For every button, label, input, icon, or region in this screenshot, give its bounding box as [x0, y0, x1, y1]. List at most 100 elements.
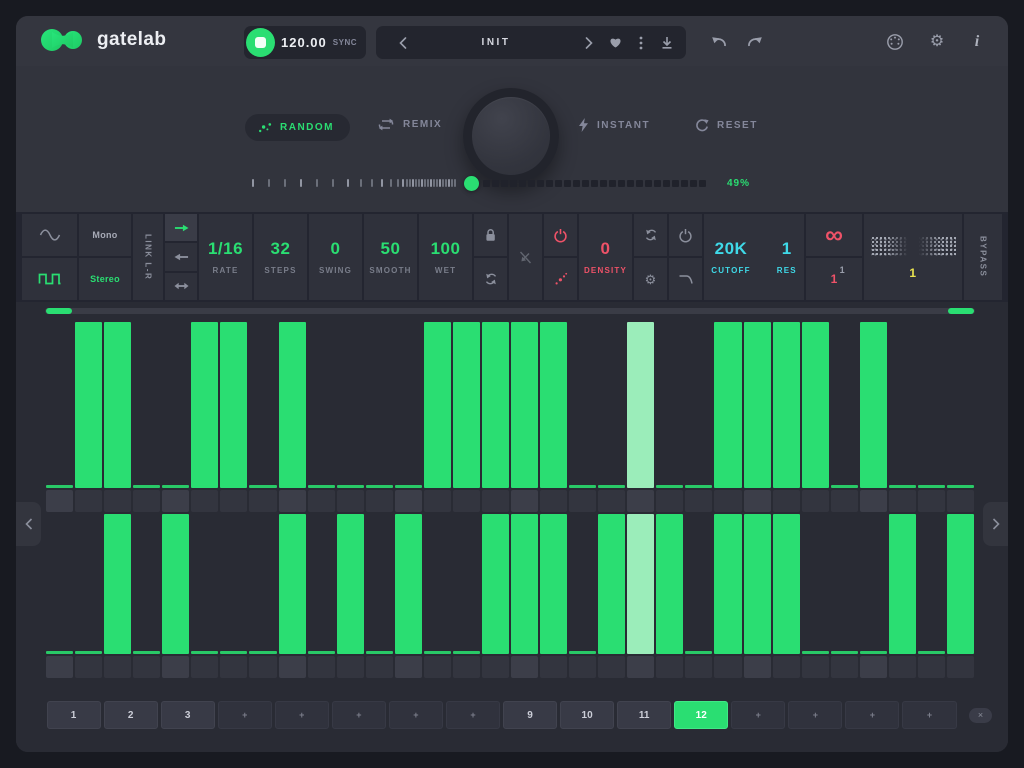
step-select-box[interactable] — [627, 490, 654, 512]
loop-end-handle[interactable] — [948, 308, 974, 314]
gate-step[interactable] — [132, 322, 161, 488]
gate-step[interactable] — [248, 322, 277, 488]
pattern-slot-button[interactable]: 11 — [617, 701, 671, 729]
filter-reroll-button[interactable] — [634, 214, 667, 256]
slider-handle[interactable] — [464, 176, 479, 191]
add-pattern-button[interactable]: + — [731, 701, 785, 729]
cutoff-control[interactable]: 20K CUTOFF — [711, 240, 751, 275]
step-select-box[interactable] — [46, 656, 73, 678]
step-select-box[interactable] — [46, 490, 73, 512]
gate-step[interactable] — [772, 514, 801, 654]
gate-step[interactable] — [190, 514, 219, 654]
step-select-box[interactable] — [656, 656, 683, 678]
pattern-slot-button[interactable]: 12 — [674, 701, 728, 729]
loop-range-slider[interactable] — [45, 308, 975, 314]
gate-step[interactable] — [510, 322, 539, 488]
step-select-box[interactable] — [831, 656, 858, 678]
random-amount-knob[interactable] — [463, 88, 559, 184]
loop-start-handle[interactable] — [46, 308, 72, 314]
lock-button[interactable] — [474, 214, 507, 256]
settings-gear-icon[interactable]: ⚙ — [924, 29, 950, 55]
step-select-box[interactable] — [337, 490, 364, 512]
preset-name[interactable]: INIT — [416, 37, 576, 48]
step-select-box[interactable] — [569, 490, 596, 512]
step-select-box[interactable] — [453, 656, 480, 678]
gate-step[interactable] — [481, 322, 510, 488]
gate-step[interactable] — [190, 322, 219, 488]
step-select-box[interactable] — [627, 656, 654, 678]
step-select-box[interactable] — [773, 656, 800, 678]
loop-count-control[interactable]: 11 — [806, 258, 862, 300]
gate-step[interactable] — [307, 514, 336, 654]
delete-pattern-button[interactable]: × — [969, 708, 992, 723]
gate-step[interactable] — [336, 322, 365, 488]
step-select-box[interactable] — [424, 656, 451, 678]
step-select-box[interactable] — [540, 656, 567, 678]
gate-step[interactable] — [336, 514, 365, 654]
step-select-box[interactable] — [395, 490, 422, 512]
direction-pingpong-button[interactable] — [165, 273, 197, 300]
reset-button[interactable]: RESET — [695, 118, 758, 132]
gate-step[interactable] — [917, 514, 946, 654]
step-select-box[interactable] — [831, 490, 858, 512]
direction-backward-button[interactable] — [165, 243, 197, 270]
gate-step[interactable] — [452, 514, 481, 654]
step-select-box[interactable] — [889, 656, 916, 678]
square-shape-button[interactable] — [22, 258, 77, 300]
step-select-box[interactable] — [308, 490, 335, 512]
density-control[interactable]: 0 DENSITY — [579, 214, 632, 300]
gate-step[interactable] — [859, 322, 888, 488]
add-pattern-button[interactable]: + — [446, 701, 500, 729]
gate-step[interactable] — [713, 322, 742, 488]
gate-step[interactable] — [74, 514, 103, 654]
gate-step[interactable] — [365, 322, 394, 488]
add-pattern-button[interactable]: + — [332, 701, 386, 729]
preset-next-button[interactable] — [576, 30, 602, 56]
step-select-box[interactable] — [191, 490, 218, 512]
step-select-box[interactable] — [249, 490, 276, 512]
gate-step[interactable] — [713, 514, 742, 654]
step-select-box[interactable] — [249, 656, 276, 678]
rate-control[interactable]: 1/16 RATE — [199, 214, 252, 300]
add-pattern-button[interactable]: + — [275, 701, 329, 729]
step-select-box[interactable] — [104, 656, 131, 678]
preset-menu-kebab-icon[interactable] — [628, 30, 654, 56]
stereo-button[interactable]: Stereo — [79, 258, 131, 300]
favorite-heart-icon[interactable] — [602, 30, 628, 56]
step-select-box[interactable] — [337, 656, 364, 678]
step-select-box[interactable] — [802, 490, 829, 512]
gate-step[interactable] — [946, 514, 975, 654]
step-select-box[interactable] — [744, 656, 771, 678]
add-pattern-button[interactable]: + — [389, 701, 443, 729]
step-select-box[interactable] — [598, 656, 625, 678]
gate-step[interactable] — [161, 322, 190, 488]
loop-infinite-button[interactable]: ∞ — [806, 214, 862, 256]
gate-step[interactable] — [365, 514, 394, 654]
wet-control[interactable]: 100 WET — [419, 214, 472, 300]
filter-power-button[interactable] — [669, 214, 702, 256]
step-select-box[interactable] — [308, 656, 335, 678]
step-select-box[interactable] — [279, 656, 306, 678]
add-pattern-button[interactable]: + — [788, 701, 842, 729]
gate-step[interactable] — [830, 514, 859, 654]
smooth-control[interactable]: 50 SMOOTH — [364, 214, 417, 300]
step-select-box[interactable] — [162, 656, 189, 678]
pattern-slot-button[interactable]: 3 — [161, 701, 215, 729]
step-select-box[interactable] — [802, 656, 829, 678]
retrigger-off-toggle[interactable] — [509, 214, 542, 300]
gate-step[interactable] — [597, 514, 626, 654]
gate-step[interactable] — [655, 514, 684, 654]
step-select-box[interactable] — [453, 490, 480, 512]
step-select-box[interactable] — [569, 656, 596, 678]
step-select-box[interactable] — [220, 656, 247, 678]
gate-step[interactable] — [248, 514, 277, 654]
link-lr-toggle[interactable]: LINK L-R — [133, 214, 163, 300]
gate-step[interactable] — [743, 322, 772, 488]
step-select-box[interactable] — [104, 490, 131, 512]
save-download-icon[interactable] — [654, 30, 680, 56]
gate-step[interactable] — [45, 514, 74, 654]
scroll-left-tab[interactable] — [16, 502, 41, 546]
gate-step[interactable] — [801, 322, 830, 488]
step-select-box[interactable] — [860, 490, 887, 512]
step-select-box[interactable] — [918, 656, 945, 678]
